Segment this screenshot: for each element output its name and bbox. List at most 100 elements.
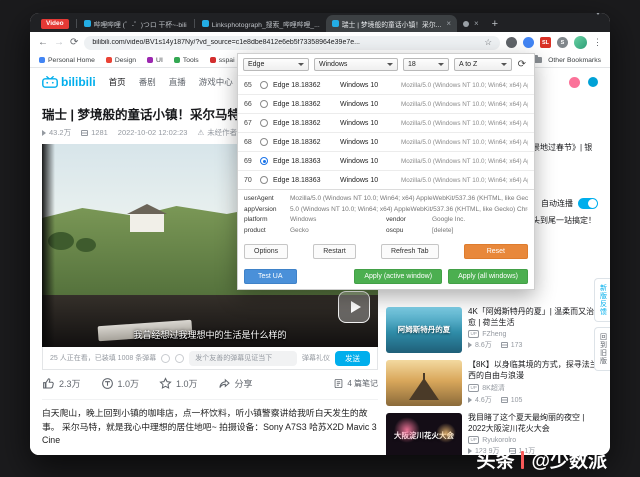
- back-button[interactable]: ←: [38, 38, 48, 48]
- up-icon: UP: [468, 384, 479, 392]
- tab-search-result[interactable]: Linksphotograph_搜索_哔哩哔哩_...: [196, 15, 326, 32]
- bookmark-star-icon[interactable]: ☆: [484, 37, 492, 48]
- up-icon: UP: [468, 330, 479, 338]
- favorite-button[interactable]: 1.0万: [159, 377, 198, 390]
- related-title: 我目睹了这个夏天最绚丽的夜空 | 2022大阪淀川花火大会: [468, 413, 598, 434]
- related-plays: 8.6万: [475, 340, 492, 350]
- reset-button[interactable]: Reset: [464, 244, 528, 259]
- apply-active-window-button[interactable]: Apply (active window): [354, 269, 442, 284]
- danmaku-style-icon[interactable]: [175, 354, 184, 363]
- tab-close-icon[interactable]: ×: [446, 20, 451, 28]
- apply-all-windows-button[interactable]: Apply (all windows): [448, 269, 528, 284]
- video-thumbnail: [386, 360, 462, 406]
- os-filter-select[interactable]: Windows: [314, 58, 398, 71]
- related-video-card[interactable]: 阿姆斯特丹的夏 4K「阿姆斯特丹的夏」| 温柔而又治愈 | 荷兰生活 UPFZh…: [386, 307, 598, 353]
- danmaku-input[interactable]: [189, 351, 297, 366]
- coin-button[interactable]: 1.0万: [101, 377, 140, 390]
- nav-anime[interactable]: 番剧: [139, 76, 156, 88]
- refresh-list-icon[interactable]: ⟳: [518, 59, 529, 70]
- ua-radio[interactable]: [260, 138, 268, 146]
- autoplay-toggle[interactable]: [578, 198, 598, 209]
- nav-live[interactable]: 直播: [169, 76, 186, 88]
- extension-icon-sl[interactable]: SL: [540, 37, 551, 48]
- address-bar[interactable]: bilibili.com/video/BV1s14y187Ny/?vd_sour…: [84, 36, 500, 50]
- related-author[interactable]: 8K超清: [482, 383, 505, 393]
- notes-label: 4 篇笔记: [347, 378, 378, 389]
- danmaku-settings-icon[interactable]: [161, 354, 170, 363]
- ua-row[interactable]: 66 Edge 18.18362 Windows 10 Mozilla/5.0 …: [238, 94, 534, 113]
- caret-down-icon: [438, 63, 444, 66]
- ua-radio[interactable]: [260, 81, 268, 89]
- share-label: 分享: [235, 377, 253, 390]
- new-tab-button[interactable]: +: [485, 18, 505, 30]
- bookmark-item[interactable]: Personal Home: [39, 57, 95, 64]
- ua-row[interactable]: 67 Edge 18.18362 Windows 10 Mozilla/5.0 …: [238, 113, 534, 132]
- tab-video[interactable]: Video: [35, 15, 75, 32]
- tab-search-menu-button[interactable]: [595, 15, 605, 33]
- scene-tree: [76, 238, 96, 252]
- play-button[interactable]: [338, 291, 370, 323]
- bookmark-item[interactable]: Design: [106, 57, 136, 64]
- ua-radio[interactable]: [260, 100, 268, 108]
- extension-icon-2[interactable]: [523, 37, 534, 48]
- oscpu-delete-link[interactable]: [delete]: [432, 227, 528, 234]
- bilibili-favicon: [84, 20, 91, 27]
- reload-button[interactable]: ⟳: [70, 38, 78, 48]
- user-avatar-icon[interactable]: [569, 77, 580, 88]
- appversion-label: appVersion: [244, 206, 286, 213]
- related-author[interactable]: FZheng: [482, 331, 506, 338]
- related-video-card[interactable]: 【8K】以身临其境的方式，探寻法兰西的自由与浪漫 UP8K超清 4.6万 105: [386, 360, 598, 406]
- extension-icon-s[interactable]: S: [557, 37, 568, 48]
- ua-row[interactable]: 65 Edge 18.18362 Windows 10 Mozilla/5.0 …: [238, 75, 534, 94]
- restart-button[interactable]: Restart: [313, 244, 356, 259]
- up-icon: UP: [468, 436, 479, 444]
- bilibili-favicon: [202, 20, 209, 27]
- ua-radio-selected[interactable]: [260, 157, 268, 165]
- limit-select[interactable]: 18: [403, 58, 449, 71]
- firework-spark: [436, 423, 456, 443]
- danmaku-count: 1281: [91, 128, 108, 137]
- profile-avatar[interactable]: [574, 36, 587, 49]
- sort-select[interactable]: A to Z: [454, 58, 512, 71]
- notes-button[interactable]: 4 篇笔记: [333, 378, 378, 389]
- ua-row[interactable]: 70 Edge 18.18363 Windows 10 Mozilla/5.0 …: [238, 170, 534, 189]
- danmaku-toolbar: 25 人正在看，已装填 1008 条弹幕 弹幕礼仪 发送: [42, 347, 378, 370]
- oscpu-label: oscpu: [386, 227, 428, 234]
- like-button[interactable]: 2.3万: [42, 377, 81, 390]
- bilibili-logo[interactable]: bilibili: [42, 75, 96, 89]
- ua-radio[interactable]: [260, 119, 268, 127]
- ua-row-selected[interactable]: 69 Edge 18.18363 Windows 10 Mozilla/5.0 …: [238, 151, 534, 170]
- new-version-feedback-button[interactable]: 新版反馈: [594, 278, 610, 322]
- tab-bilibili-home[interactable]: 哔哩哔哩 (゜-゜)つロ 干杯~-bili: [78, 15, 193, 32]
- share-button[interactable]: 分享: [218, 377, 253, 390]
- forward-button[interactable]: →: [54, 38, 64, 48]
- nav-game-center[interactable]: 游戏中心: [199, 76, 233, 88]
- test-ua-button[interactable]: Test UA: [244, 269, 297, 284]
- other-bookmarks-button[interactable]: Other Bookmarks: [548, 57, 601, 64]
- tab-current-video[interactable]: 瑞士 | 梦境般的童话小镇！采尔... ×: [326, 15, 457, 32]
- browser-filter-select[interactable]: Edge: [243, 58, 309, 71]
- extension-icon-1[interactable]: [506, 37, 517, 48]
- nav-home[interactable]: 首页: [109, 76, 126, 88]
- toutiao-watermark: 头条 @少数派: [476, 446, 607, 473]
- ua-row[interactable]: 68 Edge 18.18362 Windows 10 Mozilla/5.0 …: [238, 132, 534, 151]
- options-button[interactable]: Options: [244, 244, 288, 259]
- back-to-old-version-button[interactable]: 回到旧版: [594, 327, 610, 371]
- danmaku-etiquette-link[interactable]: 弹幕礼仪: [302, 353, 330, 363]
- share-icon: [218, 377, 231, 390]
- scene-house: [130, 214, 164, 232]
- watching-status: 25 人正在看，已装填 1008 条弹幕: [50, 353, 156, 363]
- send-danmaku-button[interactable]: 发送: [335, 351, 370, 366]
- bookmark-item[interactable]: Tools: [174, 57, 199, 64]
- refresh-tab-button[interactable]: Refresh Tab: [381, 244, 439, 259]
- tab-other[interactable]: ×: [457, 15, 485, 32]
- header-message-icon[interactable]: [588, 77, 598, 87]
- ua-radio[interactable]: [260, 176, 268, 184]
- bookmark-item[interactable]: UI: [147, 57, 163, 64]
- play-count-icon: [42, 130, 46, 136]
- bookmark-item[interactable]: sspai: [210, 57, 235, 64]
- browser-menu-button[interactable]: ⋮: [593, 37, 602, 48]
- bookmark-label: Tools: [183, 57, 199, 64]
- tab-close-icon[interactable]: ×: [474, 20, 479, 28]
- related-author[interactable]: Ryukorolro: [482, 437, 516, 444]
